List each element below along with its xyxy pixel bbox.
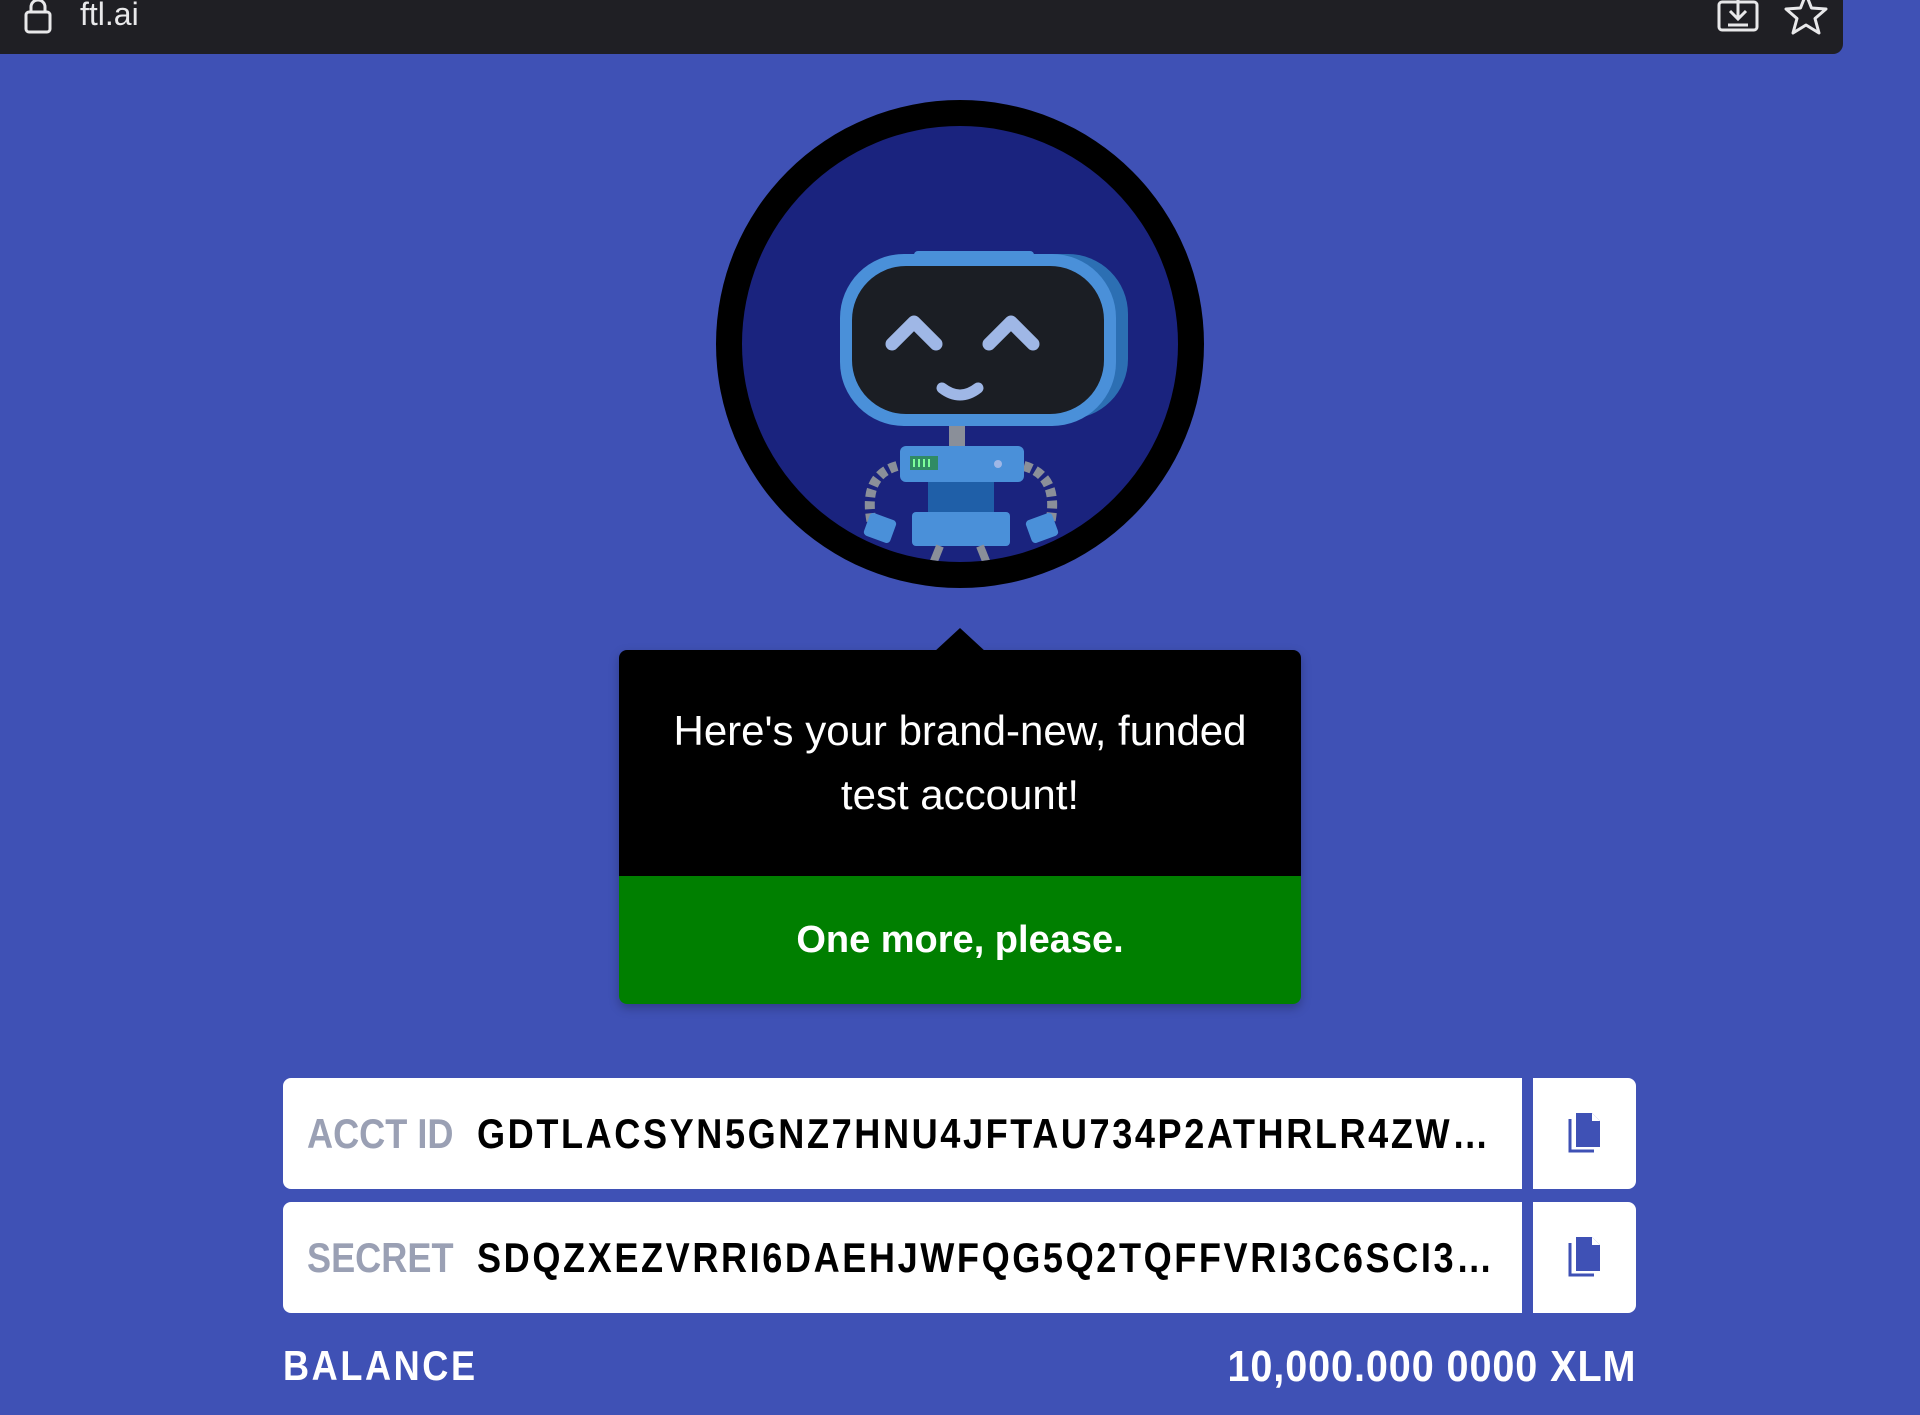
acct-id-value[interactable]: GDTLACSYN5GNZ7HNU4JFTAU734P2ATHRLR4ZW… bbox=[477, 1078, 1518, 1189]
star-icon[interactable] bbox=[1784, 0, 1828, 36]
balance-value: 10,000.000 0000 XLM bbox=[1227, 1342, 1636, 1391]
robot-avatar-background bbox=[742, 126, 1178, 562]
copy-acct-id-button[interactable] bbox=[1533, 1078, 1636, 1189]
robot-icon bbox=[840, 251, 1128, 562]
document-copy-icon bbox=[1568, 1113, 1600, 1153]
card-pointer bbox=[934, 628, 986, 652]
download-icon[interactable] bbox=[1716, 0, 1760, 34]
address-bar[interactable]: ftl.ai bbox=[0, 0, 1843, 54]
acct-id-field[interactable]: ACCT ID GDTLACSYN5GNZ7HNU4JFTAU734P2ATHR… bbox=[283, 1078, 1522, 1189]
secret-field[interactable]: SECRET SDQZXEZVRRI6DAEHJWFQG5Q2TQFFVRI3C… bbox=[283, 1202, 1522, 1313]
browser-chrome: ftl.ai bbox=[0, 0, 1920, 62]
document-copy-icon bbox=[1568, 1237, 1600, 1277]
acct-id-label: ACCT ID bbox=[307, 1110, 454, 1157]
funded-account-message: Here's your brand-new, funded test accou… bbox=[619, 650, 1301, 876]
balance-label: BALANCE bbox=[283, 1342, 478, 1389]
secret-label: SECRET bbox=[307, 1234, 454, 1281]
url-text[interactable]: ftl.ai bbox=[80, 0, 139, 34]
secret-value[interactable]: SDQZXEZVRRI6DAEHJWFQG5Q2TQFFVRI3C6SCI3… bbox=[477, 1202, 1518, 1313]
lock-icon bbox=[24, 0, 52, 34]
robot-avatar bbox=[716, 100, 1204, 588]
one-more-button[interactable]: One more, please. bbox=[619, 876, 1301, 1004]
copy-secret-button[interactable] bbox=[1533, 1202, 1636, 1313]
funded-account-card: Here's your brand-new, funded test accou… bbox=[619, 628, 1301, 1004]
